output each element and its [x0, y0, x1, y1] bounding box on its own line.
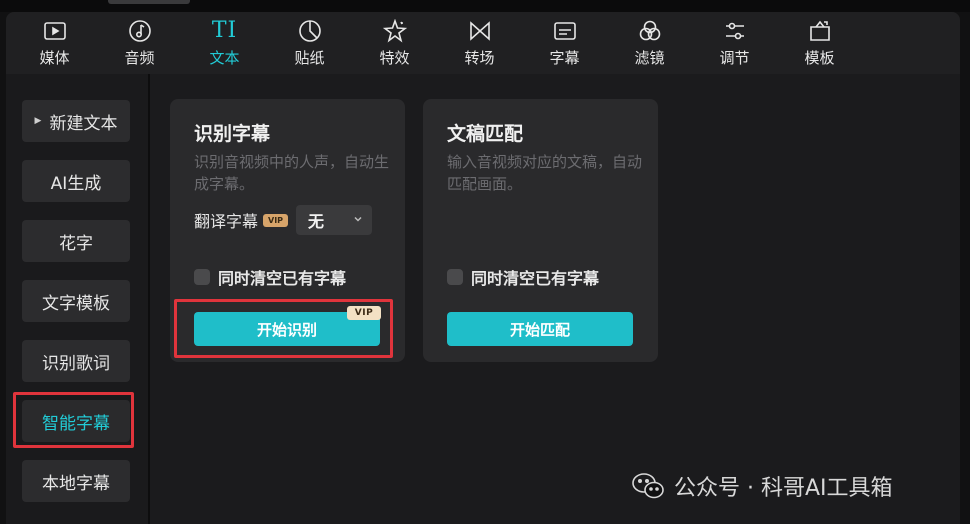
sidebar-item-new-text[interactable]: ▶ 新建文本	[22, 100, 130, 142]
tab-media-label: 媒体	[39, 48, 70, 67]
start-recognize-label: 开始识别	[256, 320, 317, 339]
top-toolbar: 媒体 音频 TI 文本 贴纸 特效 转场 字幕 滤镜 调节 模板	[6, 12, 960, 74]
sticker-icon	[298, 19, 321, 42]
caption-icon	[553, 21, 576, 40]
start-match-label: 开始匹配	[509, 320, 570, 339]
tab-template-label: 模板	[804, 48, 835, 67]
sidebar-item-fancy-text[interactable]: 花字	[22, 220, 130, 262]
tab-transition[interactable]: 转场	[437, 12, 522, 74]
tab-audio[interactable]: 音频	[97, 12, 182, 74]
translate-select[interactable]: 无	[296, 205, 373, 235]
tab-caption[interactable]: 字幕	[522, 12, 607, 74]
transition-bowtie-icon	[469, 20, 490, 41]
clear-existing-checkbox-row[interactable]: 同时清空已有字幕	[194, 265, 346, 289]
sidebar: ▶ 新建文本 AI生成 花字 文字模板 识别歌词 智能字幕 本地字幕	[6, 74, 148, 524]
main-panel: 识别字幕 识别音视频中的人声，自动生成字幕。 翻译字幕 VIP 无 同时清空已有…	[148, 74, 960, 524]
media-play-icon	[43, 21, 66, 40]
watermark: 公众号 · 科哥AI工具箱	[630, 470, 893, 502]
card-recognize-caption: 识别字幕 识别音视频中的人声，自动生成字幕。 翻译字幕 VIP 无 同时清空已有…	[170, 99, 405, 362]
start-recognize-button[interactable]: 开始识别 VIP	[194, 306, 381, 346]
translate-label: 翻译字幕	[194, 212, 259, 231]
card-script-match: 文稿匹配 输入音视频对应的文稿，自动匹配画面。 同时清空已有字幕 开始匹配	[423, 99, 658, 362]
card-title: 识别字幕	[194, 123, 271, 145]
sidebar-item-ai-generate[interactable]: AI生成	[22, 160, 130, 202]
card-desc: 识别音视频中的人声，自动生成字幕。	[194, 153, 390, 193]
vip-badge: VIP	[347, 306, 381, 320]
translate-row: 翻译字幕 VIP 无	[194, 205, 373, 235]
tab-text[interactable]: TI 文本	[182, 12, 267, 74]
sidebar-item-label: 新建文本	[49, 113, 118, 134]
text-ti-icon: TI	[211, 17, 238, 43]
sidebar-item-label: 智能字幕	[42, 413, 110, 434]
tab-transition-label: 转场	[464, 48, 495, 67]
tab-sticker[interactable]: 贴纸	[267, 12, 352, 74]
top-strip-handle	[108, 0, 190, 4]
effects-star-icon	[382, 18, 407, 43]
clear-existing-checkbox-row[interactable]: 同时清空已有字幕	[447, 265, 599, 289]
audio-note-icon	[128, 19, 151, 42]
template-icon	[809, 20, 830, 41]
tab-adjust-label: 调节	[719, 48, 750, 67]
tab-effects-label: 特效	[379, 48, 410, 67]
sidebar-item-label: 花字	[59, 233, 93, 254]
tab-sticker-label: 贴纸	[294, 48, 325, 67]
sidebar-item-text-template[interactable]: 文字模板	[22, 280, 130, 322]
sidebar-item-label: AI生成	[50, 173, 102, 194]
adjust-sliders-icon	[725, 22, 744, 39]
sidebar-item-local-caption[interactable]: 本地字幕	[22, 460, 130, 502]
clear-existing-checkbox[interactable]	[447, 269, 463, 285]
chevron-down-icon	[354, 216, 362, 222]
clear-existing-checkbox[interactable]	[194, 269, 210, 285]
watermark-text: 公众号 · 科哥AI工具箱	[674, 476, 893, 501]
triangle-right-icon: ▶	[34, 116, 42, 126]
window-top-strip	[0, 0, 970, 12]
sidebar-item-label: 本地字幕	[42, 473, 110, 494]
wechat-icon	[632, 473, 664, 499]
sidebar-item-smart-caption[interactable]: 智能字幕	[22, 400, 130, 442]
tab-media[interactable]: 媒体	[12, 12, 97, 74]
checkbox-label: 同时清空已有字幕	[218, 269, 347, 288]
tab-text-label: 文本	[209, 48, 240, 67]
tab-adjust[interactable]: 调节	[692, 12, 777, 74]
filter-circles-icon	[639, 20, 660, 40]
tab-audio-label: 音频	[124, 48, 155, 67]
sidebar-item-label: 文字模板	[42, 293, 110, 314]
sidebar-item-lyrics[interactable]: 识别歌词	[22, 340, 130, 382]
tab-template[interactable]: 模板	[777, 12, 862, 74]
translate-select-value: 无	[308, 212, 325, 231]
start-match-button[interactable]: 开始匹配	[447, 312, 633, 346]
tab-filter[interactable]: 滤镜	[607, 12, 692, 74]
card-desc: 输入音视频对应的文稿，自动匹配画面。	[447, 153, 643, 193]
tab-effects[interactable]: 特效	[352, 12, 437, 74]
sidebar-item-label: 识别歌词	[42, 353, 110, 374]
vip-badge: VIP	[263, 213, 289, 227]
tab-filter-label: 滤镜	[634, 48, 665, 67]
card-title: 文稿匹配	[447, 123, 524, 145]
checkbox-label: 同时清空已有字幕	[471, 269, 600, 288]
tab-caption-label: 字幕	[549, 48, 580, 67]
